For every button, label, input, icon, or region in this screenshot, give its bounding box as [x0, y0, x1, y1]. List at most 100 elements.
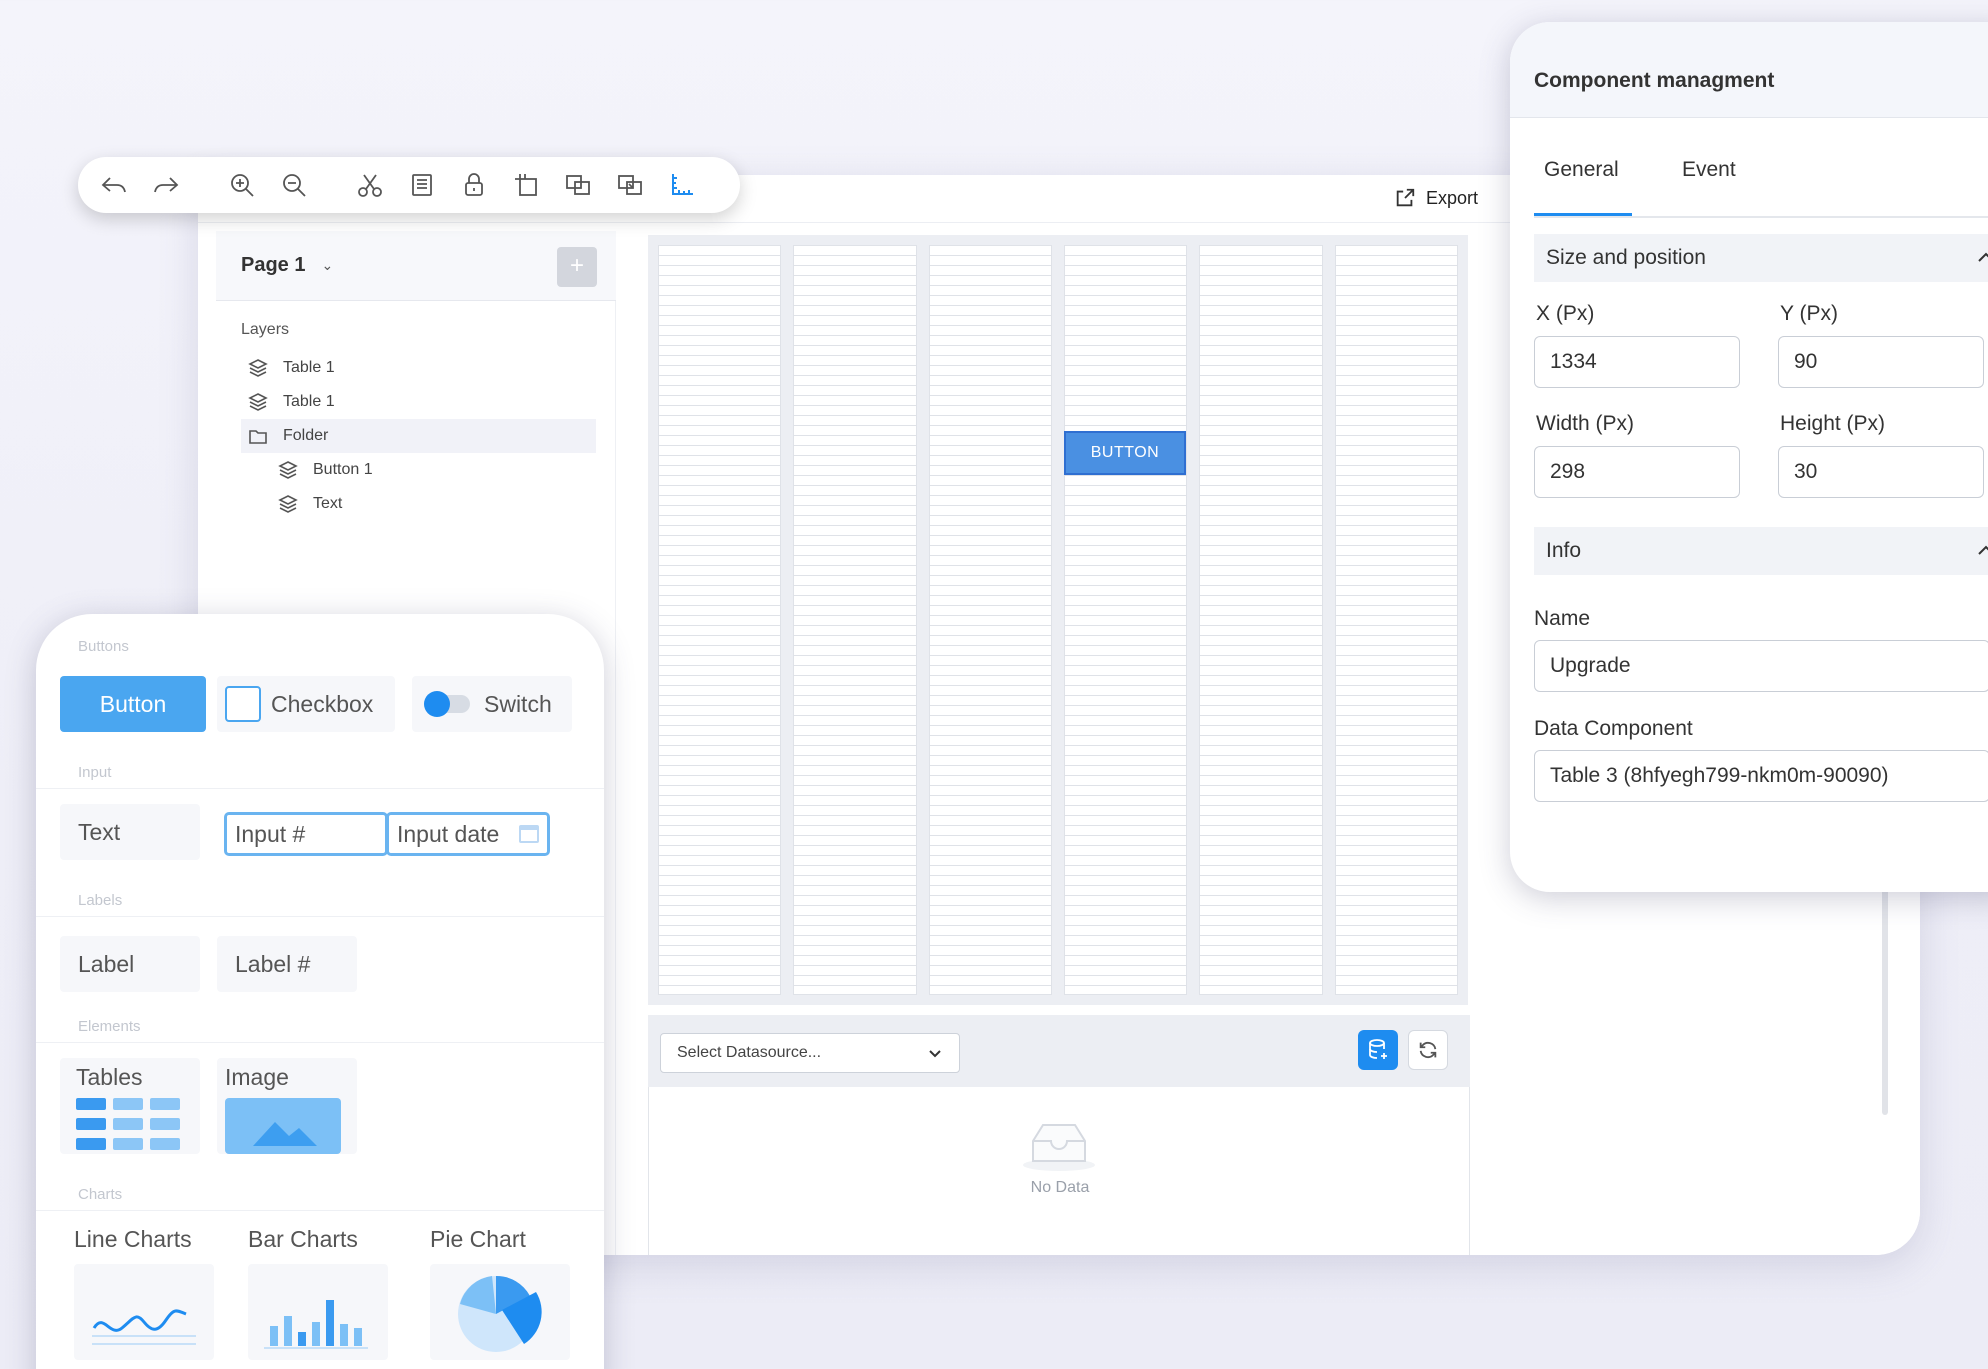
palette-switch[interactable]: Switch	[412, 676, 572, 732]
chevron-up-icon	[1978, 252, 1988, 262]
database-icon	[1369, 1039, 1387, 1059]
bring-front-button[interactable]	[558, 165, 598, 205]
datasource-select[interactable]: Select Datasource...	[660, 1033, 960, 1073]
palette-image[interactable]: Image	[217, 1058, 357, 1154]
palette-checkbox[interactable]: Checkbox	[217, 676, 395, 732]
ruler-icon	[672, 174, 693, 195]
layers-icon	[277, 493, 299, 515]
table-icon	[76, 1098, 180, 1150]
add-page-button[interactable]: +	[557, 247, 597, 287]
layer-label: Button 1	[313, 461, 373, 478]
data-component-label: Data Component	[1534, 717, 1693, 740]
layer-label: Folder	[283, 427, 329, 444]
grid-columns	[658, 245, 1458, 995]
external-link-icon	[1396, 188, 1415, 207]
components-palette: Buttons Button Checkbox Switch Input Tex…	[36, 614, 604, 1369]
floating-toolbar	[78, 157, 740, 213]
data-preview-area: No Data	[648, 1087, 1470, 1255]
design-canvas[interactable]: BUTTON	[648, 235, 1468, 1005]
tables-label: Tables	[76, 1064, 143, 1090]
grid-column	[928, 245, 1052, 995]
pie-chart-label: Pie Chart	[430, 1226, 526, 1252]
empty-inbox-icon	[1023, 1124, 1095, 1171]
name-label: Name	[1534, 607, 1591, 630]
section-input: Input	[78, 764, 112, 781]
zoom-out-icon	[283, 174, 306, 197]
datasource-placeholder: Select Datasource...	[677, 1044, 822, 1061]
crop-button[interactable]	[506, 165, 546, 205]
switch-label: Switch	[484, 690, 552, 717]
section-labels: Labels	[78, 892, 123, 909]
layer-item[interactable]: Text	[241, 487, 596, 521]
x-input[interactable]: 1334	[1534, 336, 1740, 388]
info-section[interactable]: Info	[1534, 527, 1988, 575]
image-icon	[225, 1098, 341, 1154]
section-charts: Charts	[78, 1186, 123, 1203]
refresh-button[interactable]	[1408, 1030, 1448, 1070]
tab-general[interactable]: General	[1534, 154, 1632, 216]
database-button[interactable]	[1358, 1030, 1398, 1070]
y-input[interactable]: 90	[1778, 336, 1984, 388]
width-label: Width (Px)	[1536, 412, 1635, 435]
export-label: Export	[1425, 187, 1478, 208]
layer-item[interactable]: Table 1	[241, 385, 596, 419]
bring-front-icon	[566, 175, 590, 195]
image-label: Image	[225, 1064, 289, 1090]
layer-item[interactable]: Button 1	[241, 453, 596, 487]
name-input[interactable]: Upgrade	[1534, 640, 1988, 692]
palette-input-date[interactable]: Input date	[386, 812, 550, 856]
divider	[36, 916, 604, 917]
panel-title: Component managment	[1534, 69, 1775, 92]
notes-button[interactable]	[402, 165, 442, 205]
palette-tables[interactable]: Tables	[60, 1058, 200, 1154]
width-input[interactable]: 298	[1534, 446, 1740, 498]
tab-event[interactable]: Event	[1682, 154, 1736, 216]
zoom-out-button[interactable]	[274, 165, 314, 205]
y-label: Y (Px)	[1780, 302, 1838, 325]
palette-label[interactable]: Label	[60, 936, 200, 992]
zoom-in-button[interactable]	[222, 165, 262, 205]
palette-bar-chart[interactable]	[248, 1264, 388, 1360]
folder-icon	[247, 425, 269, 447]
checkbox-icon	[225, 686, 261, 722]
export-button[interactable]: Export	[1394, 187, 1478, 209]
height-input[interactable]: 30	[1778, 446, 1984, 498]
redo-button[interactable]	[146, 165, 186, 205]
page-header: Page 1 ⌄ +	[216, 231, 616, 301]
size-position-section[interactable]: Size and position	[1534, 234, 1988, 282]
grid-column	[1199, 245, 1323, 995]
canvas-button-element[interactable]: BUTTON	[1064, 431, 1186, 475]
scrollbar[interactable]	[1882, 885, 1888, 1115]
crop-icon	[515, 174, 537, 196]
section-buttons: Buttons	[78, 638, 129, 655]
palette-button[interactable]: Button	[60, 676, 206, 732]
ruler-button[interactable]	[662, 165, 702, 205]
grid-column	[1063, 245, 1188, 995]
layer-item[interactable]: Table 1	[241, 351, 596, 385]
send-back-button[interactable]	[610, 165, 650, 205]
page-selector[interactable]: Page 1 ⌄	[241, 254, 333, 277]
panel-tabs: General Event	[1534, 154, 1988, 218]
redo-icon	[154, 177, 179, 193]
palette-line-chart[interactable]	[74, 1264, 214, 1360]
layer-item[interactable]: Folder	[241, 419, 596, 453]
input-date-label: Input date	[397, 820, 500, 847]
palette-pie-chart[interactable]	[430, 1264, 570, 1360]
undo-button[interactable]	[94, 165, 134, 205]
chevron-down-icon	[929, 1050, 941, 1058]
zoom-in-icon	[231, 174, 254, 197]
section-title: Size and position	[1546, 246, 1706, 269]
palette-input-number[interactable]: Input #	[224, 812, 388, 856]
cut-button[interactable]	[350, 165, 390, 205]
grid-column	[658, 245, 782, 995]
divider	[36, 1210, 604, 1211]
divider	[36, 788, 604, 789]
palette-text[interactable]: Text	[60, 804, 200, 860]
lock-button[interactable]	[454, 165, 494, 205]
checkbox-label: Checkbox	[271, 690, 374, 717]
data-component-input[interactable]: Table 3 (8hfyegh799-nkm0m-90090)	[1534, 750, 1988, 802]
layer-label: Text	[313, 495, 343, 512]
palette-label-number[interactable]: Label #	[217, 936, 357, 992]
chevron-down-icon: ⌄	[321, 257, 334, 273]
no-data-text: No Data	[1030, 1179, 1090, 1196]
